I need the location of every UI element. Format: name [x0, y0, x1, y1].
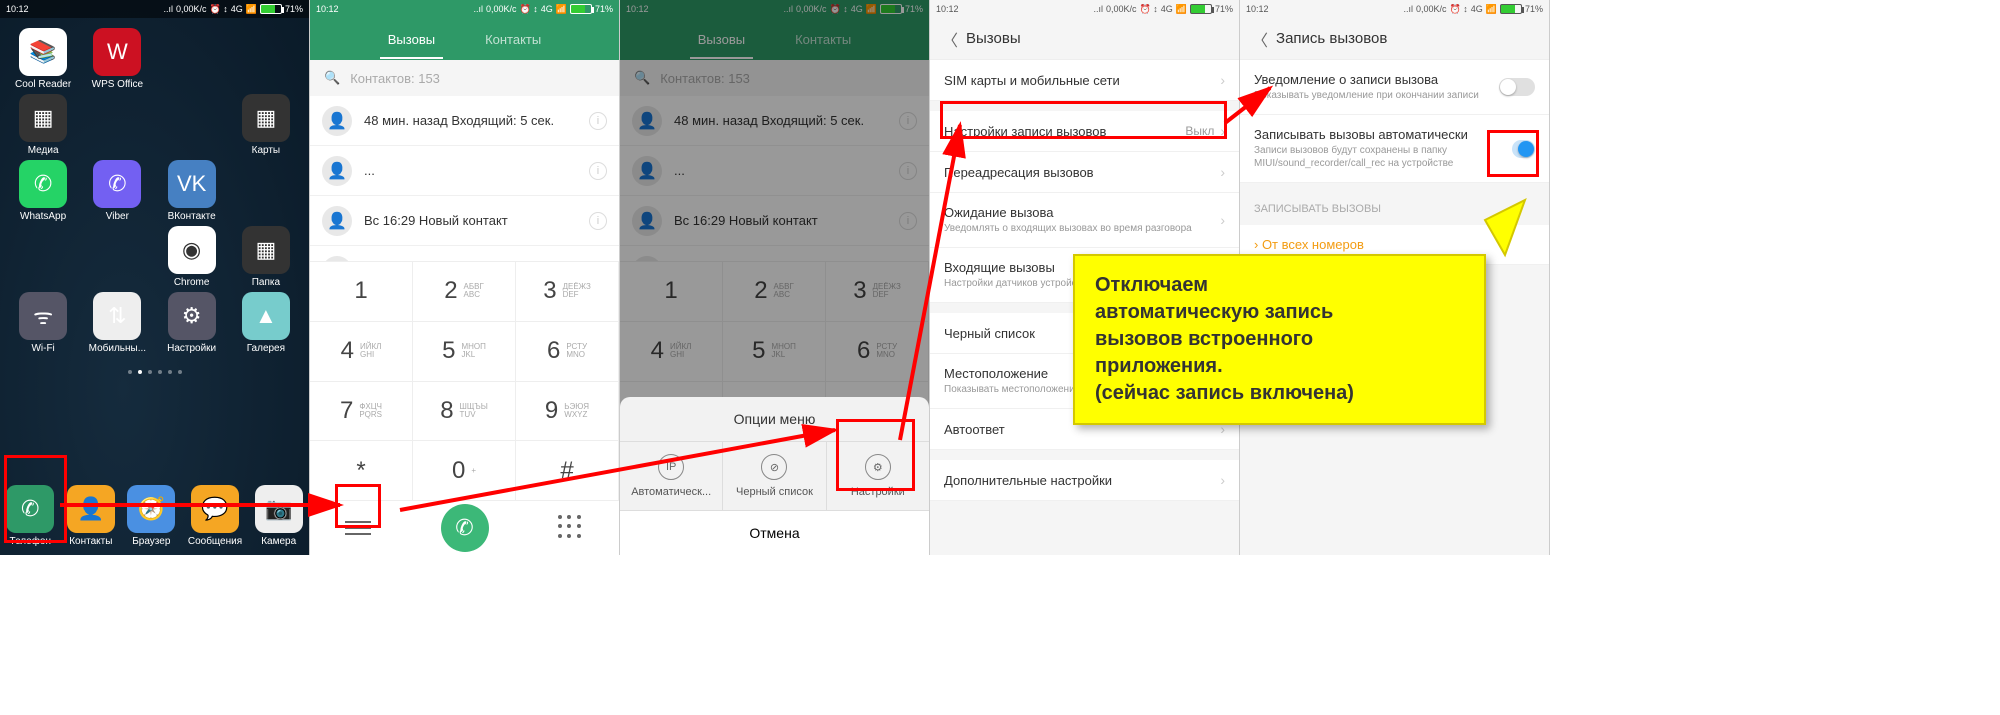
app- — [8, 226, 78, 288]
instruction-callout: Отключаем автоматическую запись вызовов … — [1073, 254, 1486, 425]
app- — [82, 94, 152, 156]
menu-item[interactable]: ⚙Настройки — [827, 442, 929, 510]
dialer-menu-screen: 10:12 ..ıl0,00K/с⏰ ↕4G📶71% Вызовы Контак… — [620, 0, 930, 555]
battery-icon — [260, 4, 282, 14]
options-menu: Опции меню IPАвтоматическ...⊘Черный спис… — [620, 397, 929, 555]
section-header: ЗАПИСЫВАТЬ ВЫЗОВЫ — [1240, 193, 1549, 225]
app- — [231, 160, 301, 222]
info-icon[interactable]: i — [589, 162, 607, 180]
setting-item[interactable]: Переадресация вызовов› — [930, 152, 1239, 193]
app-Viber[interactable]: ✆Viber — [82, 160, 152, 222]
key-4[interactable]: 4ИЙКЛGHI — [310, 322, 413, 382]
toggle-switch[interactable] — [1499, 78, 1535, 96]
app-WPS Office[interactable]: WWPS Office — [82, 28, 152, 90]
search-input[interactable]: 🔍 Контактов: 153 — [310, 60, 619, 96]
setting-toggle-item[interactable]: Записывать вызовы автоматическиЗаписи вы… — [1240, 115, 1549, 183]
app-ВКонтакте[interactable]: VKВКонтакте — [157, 160, 227, 222]
status-bar: 10:12 ..ıl0,00K/с⏰ ↕4G📶71% — [1240, 0, 1549, 18]
app-Мобильны...[interactable]: ⇅Мобильны... — [82, 292, 152, 354]
menu-button[interactable] — [345, 515, 371, 541]
status-bar: 10:12 ..ıl0,00K/с⏰ ↕4G📶71% — [930, 0, 1239, 18]
toggle-switch[interactable] — [1512, 140, 1535, 158]
app-Карты[interactable]: ▦Карты — [231, 94, 301, 156]
dial-keypad: 12АБВГABC3ДЕЁЖЗDEF 4ИЙКЛGHI5МНОПJKL6РСТУM… — [310, 261, 619, 501]
setting-item[interactable]: Настройки записи вызововВыкл› — [930, 111, 1239, 152]
info-icon[interactable]: i — [589, 112, 607, 130]
settings-header: 〈 Запись вызовов — [1240, 18, 1549, 60]
dock-Камера[interactable]: 📷Камера — [255, 485, 303, 547]
settings-header: 〈 Вызовы — [930, 18, 1239, 60]
app-Папка[interactable]: ▦Папка — [231, 226, 301, 288]
key-8[interactable]: 8ШЩЪЫTUV — [413, 382, 516, 442]
setting-item[interactable]: Ожидание вызоваУведомлять о входящих выз… — [930, 193, 1239, 248]
cancel-button[interactable]: Отмена — [620, 510, 929, 555]
dialer-screen: 10:12 ..ıl0,00K/с⏰ ↕4G📶71% Вызовы Контак… — [310, 0, 620, 555]
call-log-item[interactable]: 👤...i — [310, 146, 619, 196]
call-log-item[interactable]: 👤Вс 16:29 Новый контактi — [310, 196, 619, 246]
status-bar: 10:12 ..ıl 0,00K/с ⏰ ↕ 4G 📶 71% — [0, 0, 309, 18]
key-9[interactable]: 9ЬЭЮЯWXYZ — [516, 382, 619, 442]
app-Настройки[interactable]: ⚙Настройки — [157, 292, 227, 354]
key-5[interactable]: 5МНОПJKL — [413, 322, 516, 382]
search-icon: 🔍 — [324, 70, 340, 86]
key-3[interactable]: 3ДЕЁЖЗDEF — [516, 262, 619, 322]
page-title: Запись вызовов — [1276, 30, 1387, 47]
key-*[interactable]: * — [310, 441, 413, 501]
dock-Контакты[interactable]: 👤Контакты — [67, 485, 115, 547]
info-icon[interactable]: i — [589, 212, 607, 230]
back-button[interactable]: 〈 — [1252, 27, 1268, 51]
app-WhatsApp[interactable]: ✆WhatsApp — [8, 160, 78, 222]
call-log-item[interactable]: 👤48 мин. назад Входящий: 5 сек.i — [310, 96, 619, 146]
key-#[interactable]: # — [516, 441, 619, 501]
app-Cool Reader[interactable]: 📚Cool Reader — [8, 28, 78, 90]
tab-calls[interactable]: Вызовы — [388, 32, 435, 47]
menu-title: Опции меню — [620, 397, 929, 442]
setting-toggle-item[interactable]: Уведомление о записи вызоваПоказывать ув… — [1240, 60, 1549, 115]
app-Wi-Fi[interactable]: ᯤWi-Fi — [8, 292, 78, 354]
dialpad-toggle[interactable] — [558, 515, 584, 541]
tab-contacts[interactable]: Контакты — [485, 32, 541, 47]
app- — [157, 94, 227, 156]
setting-item[interactable]: Дополнительные настройки› — [930, 460, 1239, 501]
app- — [231, 28, 301, 90]
dock-Сообщения[interactable]: 💬Сообщения — [188, 485, 242, 547]
home-screen: 10:12 ..ıl 0,00K/с ⏰ ↕ 4G 📶 71% 📚Cool Re… — [0, 0, 310, 555]
app-Галерея[interactable]: ▲Галерея — [231, 292, 301, 354]
key-0[interactable]: 0+ — [413, 441, 516, 501]
key-1[interactable]: 1 — [310, 262, 413, 322]
key-6[interactable]: 6РСТУMNO — [516, 322, 619, 382]
dock-Браузер[interactable]: 🧭Браузер — [127, 485, 175, 547]
menu-item[interactable]: ⊘Черный список — [723, 442, 826, 510]
clock: 10:12 — [6, 0, 29, 18]
app-Медиа[interactable]: ▦Медиа — [8, 94, 78, 156]
app-Chrome[interactable]: ◉Chrome — [157, 226, 227, 288]
dialer-tabs: Вызовы Контакты — [310, 18, 619, 60]
app- — [82, 226, 152, 288]
back-button[interactable]: 〈 — [942, 27, 958, 51]
setting-item[interactable]: SIM карты и мобильные сети› — [930, 60, 1239, 101]
dock-Телефон[interactable]: ✆Телефон — [6, 485, 54, 547]
app- — [157, 28, 227, 90]
page-indicator — [0, 370, 309, 374]
page-title: Вызовы — [966, 30, 1021, 47]
call-button[interactable]: ✆ — [441, 504, 489, 552]
dialer-bottom-bar: ✆ — [310, 501, 619, 555]
key-2[interactable]: 2АБВГABC — [413, 262, 516, 322]
key-7[interactable]: 7ФХЦЧPQRS — [310, 382, 413, 442]
status-bar: 10:12 ..ıl0,00K/с⏰ ↕4G📶71% — [310, 0, 619, 18]
menu-item[interactable]: IPАвтоматическ... — [620, 442, 723, 510]
